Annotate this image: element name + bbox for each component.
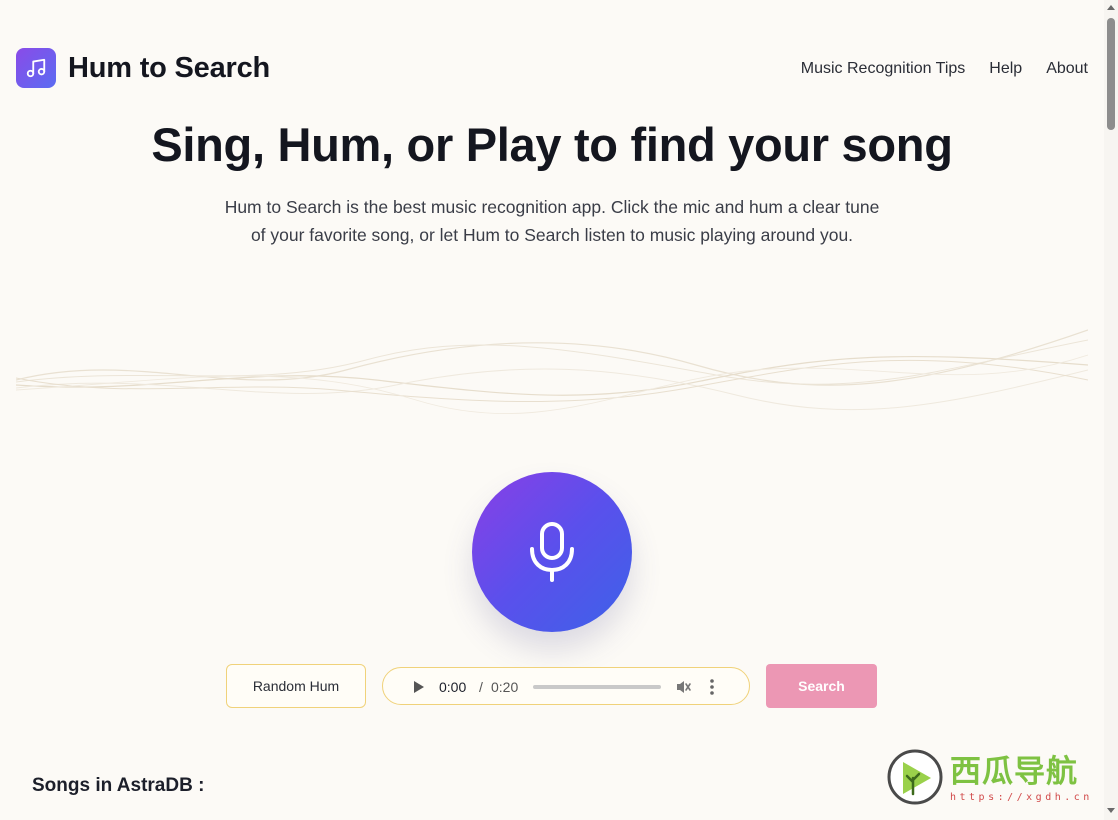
- watermark-logo: [887, 749, 943, 805]
- header: Hum to Search Music Recognition Tips Hel…: [16, 48, 1088, 90]
- watermark-text: 西瓜导航: [950, 754, 1078, 790]
- nav-music-recognition-tips[interactable]: Music Recognition Tips: [801, 58, 966, 80]
- nav-help[interactable]: Help: [989, 58, 1022, 80]
- watermark-url: https://xgdh.cn: [950, 792, 1093, 803]
- audio-time-separator: /: [479, 679, 483, 695]
- music-note-icon[interactable]: [16, 48, 56, 88]
- hero-subtitle: Hum to Search is the best music recognit…: [180, 193, 924, 249]
- scrollbar[interactable]: [1104, 0, 1118, 820]
- audio-progress-slider[interactable]: [533, 685, 661, 689]
- nav-about[interactable]: About: [1046, 58, 1088, 80]
- scroll-down-arrow-icon[interactable]: [1107, 808, 1115, 814]
- search-button[interactable]: Search: [766, 664, 877, 708]
- hero-subtitle-line-1: Hum to Search is the best music recognit…: [224, 197, 880, 217]
- scrollbar-thumb[interactable]: [1107, 18, 1115, 130]
- audio-current-time: 0:00: [439, 679, 467, 695]
- microphone-icon: [530, 522, 574, 582]
- brand-title[interactable]: Hum to Search: [68, 50, 270, 86]
- random-hum-button[interactable]: Random Hum: [226, 664, 366, 708]
- audio-player: 0:00 / 0:20: [382, 667, 750, 705]
- sound-wave-decoration: [16, 329, 1088, 415]
- songs-heading: Songs in AstraDB :: [32, 775, 205, 796]
- audio-duration: 0:20: [491, 679, 519, 695]
- top-nav: Music Recognition Tips Help About: [801, 58, 1088, 80]
- play-icon[interactable]: [413, 680, 425, 694]
- microphone-button[interactable]: [472, 472, 632, 632]
- scroll-up-arrow-icon[interactable]: [1107, 4, 1115, 10]
- hero-title: Sing, Hum, or Play to find your song: [151, 118, 953, 171]
- hero-subtitle-line-2: of your favorite song, or let Hum to Sea…: [250, 225, 854, 245]
- more-vertical-icon[interactable]: [709, 678, 715, 696]
- volume-muted-icon[interactable]: [675, 679, 693, 695]
